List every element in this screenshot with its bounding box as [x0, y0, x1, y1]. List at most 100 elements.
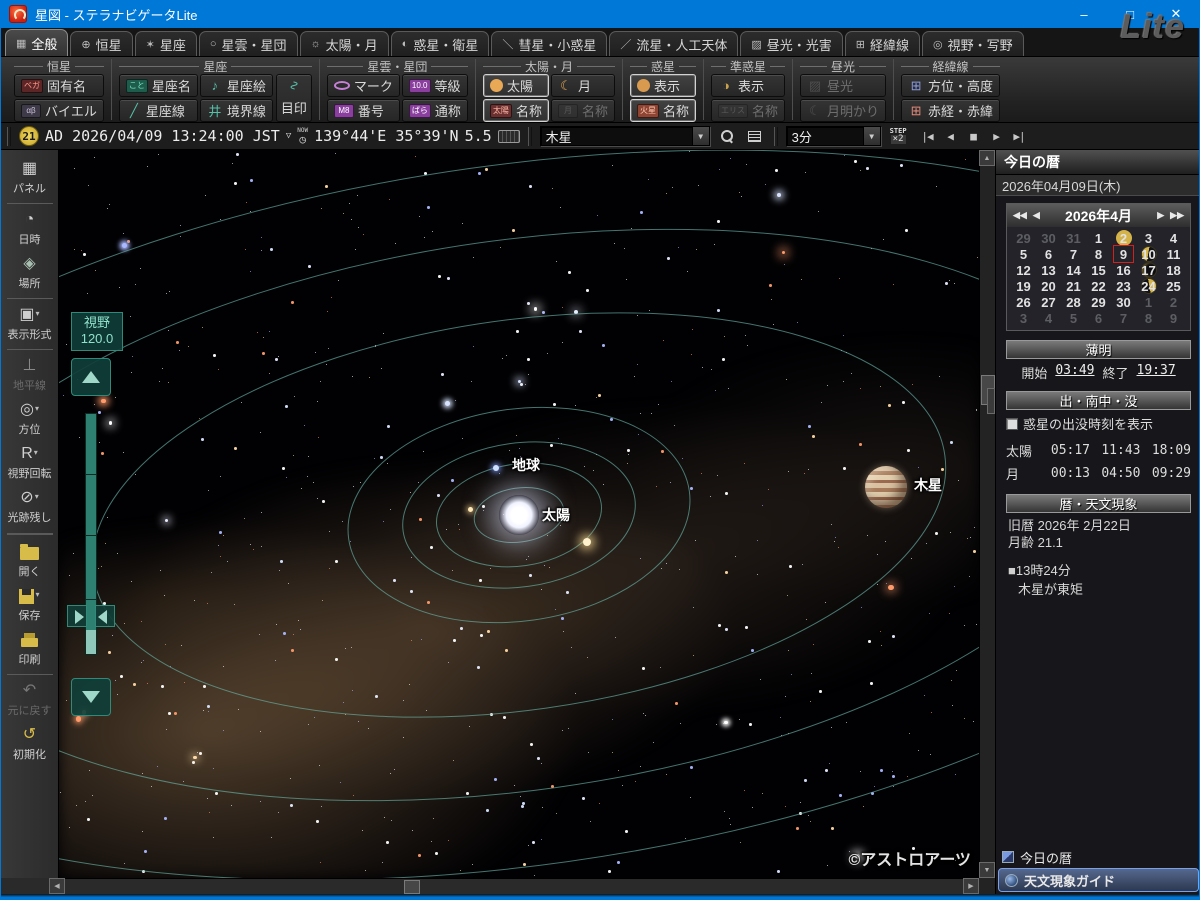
- calendar-day-3[interactable]: 3: [1136, 230, 1161, 246]
- toolbar-button-方位・高度[interactable]: ⊞方位・高度: [901, 74, 1000, 97]
- calendar-day-15[interactable]: 15: [1086, 262, 1111, 278]
- calendar-day-8[interactable]: 8: [1086, 246, 1111, 262]
- show-planet-times-checkbox[interactable]: [1006, 418, 1018, 430]
- sidebar-item-パネル[interactable]: ▦パネル: [3, 156, 57, 200]
- toolbar-button-月明かり[interactable]: ☾月明かり: [800, 99, 886, 122]
- twilight-end-time[interactable]: 19:37: [1137, 363, 1176, 382]
- next-year-button[interactable]: ▶▶: [1168, 210, 1186, 221]
- calendar-day-14[interactable]: 14: [1061, 262, 1086, 278]
- datetime-display[interactable]: AD 2026/04/09 13:24:00 JST: [45, 127, 280, 145]
- sidebar-item-場所[interactable]: ◈場所: [3, 251, 57, 295]
- toolbar-button-名称[interactable]: 太陽名称: [483, 99, 549, 122]
- calendar-day-2[interactable]: 2: [1111, 230, 1136, 246]
- calendar-day-5[interactable]: 5: [1061, 310, 1086, 326]
- calendar-day-7[interactable]: 7: [1111, 310, 1136, 326]
- toolbar-grip[interactable]: [7, 127, 11, 146]
- prev-month-button[interactable]: ◀: [1031, 210, 1042, 221]
- sidebar-item-開く[interactable]: 開く: [3, 539, 57, 583]
- skip-start-button[interactable]: |◀: [916, 127, 939, 145]
- stop-button[interactable]: ■: [962, 127, 985, 145]
- fov-slider-thumb[interactable]: [67, 605, 115, 627]
- fov-zoom-in-button[interactable]: [71, 678, 111, 716]
- calendar-day-4[interactable]: 4: [1161, 230, 1186, 246]
- toolbar-button-名称[interactable]: 月名称: [551, 99, 615, 122]
- panel-tab-天文現象ガイド[interactable]: 天文現象ガイド: [998, 868, 1199, 892]
- calendar-day-7[interactable]: 7: [1061, 246, 1086, 262]
- event-item[interactable]: ■13時24分 木星が東矩: [1006, 552, 1191, 598]
- now-button[interactable]: NOW ◷: [297, 128, 308, 145]
- earth-object[interactable]: [493, 465, 499, 471]
- tab-経緯線[interactable]: ⊞経緯線: [845, 31, 920, 56]
- calendar-day-4[interactable]: 4: [1036, 310, 1061, 326]
- toolbar-grip[interactable]: [528, 127, 532, 146]
- tab-惑星・衛星[interactable]: ◐惑星・衛星: [391, 31, 490, 56]
- object-search-combo[interactable]: 木星 ▼: [540, 126, 710, 146]
- search-button[interactable]: [716, 126, 738, 146]
- fov-zoom-out-button[interactable]: [71, 358, 111, 396]
- calendar-day-21[interactable]: 21: [1061, 278, 1086, 294]
- calendar-day-30[interactable]: 30: [1111, 294, 1136, 310]
- sky-chart-view[interactable]: 地球 太陽 木星 視野120.0 ©アストロアーツ: [59, 150, 979, 878]
- toolbar-button-等級[interactable]: 10.0等級: [402, 74, 468, 97]
- calendar-day-18[interactable]: 18: [1161, 262, 1186, 278]
- panel-tab-今日の暦[interactable]: 今日の暦: [996, 847, 1200, 867]
- toolbar-button-太陽[interactable]: 太陽: [483, 74, 549, 97]
- calendar-day-8[interactable]: 8: [1136, 310, 1161, 326]
- sidebar-item-地平線[interactable]: ⊥地平線: [3, 353, 57, 397]
- calendar-day-29[interactable]: 29: [1086, 294, 1111, 310]
- calendar-day-29[interactable]: 29: [1011, 230, 1036, 246]
- sidebar-item-元に戻す[interactable]: ↶元に戻す: [3, 678, 57, 722]
- toolbar-button-表示[interactable]: 表示: [630, 74, 696, 97]
- skip-end-button[interactable]: ▶|: [1008, 127, 1031, 145]
- calendar-day-9[interactable]: 9: [1161, 310, 1186, 326]
- object-list-button[interactable]: [744, 126, 766, 146]
- toolbar-button-表示[interactable]: ◑表示: [711, 74, 785, 97]
- toolbar-button-赤経・赤緯[interactable]: ⊞赤経・赤緯: [901, 99, 1000, 122]
- calendar-day-19[interactable]: 19: [1011, 278, 1036, 294]
- toolbar-button-目印[interactable]: ∿目印: [276, 74, 312, 122]
- toolbar-button-番号[interactable]: M8番号: [327, 99, 400, 122]
- tab-昼光・光害[interactable]: ▨昼光・光害: [740, 31, 842, 56]
- sidebar-item-方位[interactable]: ◎▾方位: [3, 397, 57, 441]
- tab-恒星[interactable]: ⊕恒星: [70, 31, 132, 56]
- calendar-day-3[interactable]: 3: [1011, 310, 1036, 326]
- step-back-button[interactable]: ◀: [939, 127, 962, 145]
- timezone-caret-icon[interactable]: ▽: [286, 131, 291, 141]
- toolbar-button-月[interactable]: ☾月: [551, 74, 615, 97]
- sidebar-item-視野回転[interactable]: R▾視野回転: [3, 441, 57, 485]
- sidebar-item-表示形式[interactable]: ▣▾表示形式: [3, 302, 57, 346]
- sky-vertical-scrollbar[interactable]: ▲ ▼: [979, 150, 995, 878]
- calendar-day-25[interactable]: 25: [1161, 278, 1186, 294]
- panel-splitter-handle[interactable]: [987, 388, 995, 414]
- calendar-day-6[interactable]: 6: [1036, 246, 1061, 262]
- toolbar-button-マーク[interactable]: マーク: [327, 74, 400, 97]
- calendar-day-2[interactable]: 2: [1161, 294, 1186, 310]
- play-button[interactable]: ▶: [985, 127, 1008, 145]
- sun-object[interactable]: [499, 495, 539, 535]
- sidebar-item-印刷[interactable]: 印刷: [3, 627, 57, 671]
- toolbar-button-通称[interactable]: ばら通称: [402, 99, 468, 122]
- tab-星座[interactable]: ✶星座: [135, 31, 197, 56]
- keypad-icon[interactable]: [498, 130, 520, 143]
- toolbar-button-昼光[interactable]: ▨昼光: [800, 74, 886, 97]
- calendar-day-22[interactable]: 22: [1086, 278, 1111, 294]
- calendar-day-30[interactable]: 30: [1036, 230, 1061, 246]
- venus-object[interactable]: [583, 538, 591, 546]
- calendar-day-31[interactable]: 31: [1061, 230, 1086, 246]
- tab-流星・人工天体[interactable]: ／流星・人工天体: [609, 31, 738, 56]
- calendar-day-5[interactable]: 5: [1011, 246, 1036, 262]
- calendar-day-10[interactable]: 10: [1136, 246, 1161, 262]
- tab-太陽・月[interactable]: ☼太陽・月: [300, 31, 389, 56]
- limiting-magnitude[interactable]: 5.5: [465, 127, 492, 145]
- toolbar-button-名称[interactable]: 火星名称: [630, 99, 696, 122]
- next-month-button[interactable]: ▶: [1155, 210, 1166, 221]
- calendar-day-6[interactable]: 6: [1086, 310, 1111, 326]
- prev-year-button[interactable]: ◀◀: [1011, 210, 1029, 221]
- toolbar-grip[interactable]: [774, 127, 778, 146]
- calendar-day-1[interactable]: 1: [1136, 294, 1161, 310]
- toolbar-button-星座名[interactable]: こと星座名: [119, 74, 198, 97]
- calendar-day-1[interactable]: 1: [1086, 230, 1111, 246]
- mercury-object[interactable]: [468, 507, 473, 512]
- calendar-day-12[interactable]: 12: [1011, 262, 1036, 278]
- toolbar-button-バイエル[interactable]: αβバイエル: [14, 99, 104, 122]
